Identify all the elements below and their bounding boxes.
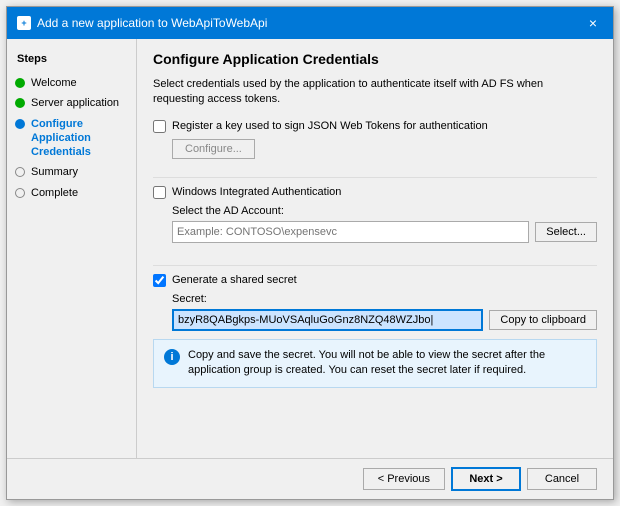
sidebar-item-configure-credentials[interactable]: Configure Application Credentials [7,114,136,163]
steps-label: Steps [7,49,136,73]
shared-secret-section: Generate a shared secret Secret: Copy to… [153,274,597,388]
info-text: Copy and save the secret. You will not b… [188,348,586,379]
jwt-checkbox-row: Register a key used to sign JSON Web Tok… [153,120,597,133]
sidebar-item-server-application[interactable]: Server application [7,93,136,113]
windows-auth-checkbox[interactable] [153,186,166,199]
jwt-checkbox-label[interactable]: Register a key used to sign JSON Web Tok… [172,120,488,132]
shared-secret-label[interactable]: Generate a shared secret [172,274,297,286]
step-dot-complete [15,188,25,198]
windows-auth-label[interactable]: Windows Integrated Authentication [172,186,341,198]
ad-account-input-row: Select... [172,221,597,243]
secret-label: Secret: [172,293,597,305]
secret-input[interactable] [172,309,483,331]
step-dot-welcome [15,78,25,88]
info-box: i Copy and save the secret. You will not… [153,339,597,388]
copy-clipboard-button[interactable]: Copy to clipboard [489,310,597,330]
close-button[interactable]: × [583,13,603,33]
cancel-button[interactable]: Cancel [527,468,597,490]
windows-auth-checkbox-row: Windows Integrated Authentication [153,186,597,199]
sidebar-item-welcome[interactable]: Welcome [7,73,136,93]
ad-account-select-button[interactable]: Select... [535,222,597,242]
step-dot-configure [15,119,25,129]
ad-account-label: Select the AD Account: [172,205,597,217]
previous-button[interactable]: < Previous [363,468,445,490]
secret-input-row: Copy to clipboard [172,309,597,331]
dialog-title: Add a new application to WebApiToWebApi [37,16,267,30]
footer: < Previous Next > Cancel [7,458,613,499]
divider-2 [153,265,597,266]
sidebar: Steps Welcome Server application Configu… [7,39,137,458]
jwt-checkbox[interactable] [153,120,166,133]
jwt-section: Register a key used to sign JSON Web Tok… [153,120,597,159]
info-icon: i [164,349,180,365]
dialog: + Add a new application to WebApiToWebAp… [6,6,614,500]
step-label-welcome: Welcome [31,76,77,90]
step-label-summary: Summary [31,165,78,179]
shared-secret-checkbox[interactable] [153,274,166,287]
next-button[interactable]: Next > [451,467,521,491]
sidebar-item-complete[interactable]: Complete [7,183,136,203]
step-dot-server [15,98,25,108]
shared-secret-checkbox-row: Generate a shared secret [153,274,597,287]
step-label-configure: Configure Application Credentials [31,117,128,160]
page-title: Configure Application Credentials [153,51,597,67]
ad-account-section: Select the AD Account: Select... [172,205,597,243]
step-dot-summary [15,167,25,177]
step-label-complete: Complete [31,186,78,200]
title-bar: + Add a new application to WebApiToWebAp… [7,7,613,39]
sidebar-item-summary[interactable]: Summary [7,162,136,182]
main-panel: Configure Application Credentials Select… [137,39,613,458]
divider-1 [153,177,597,178]
windows-auth-section: Windows Integrated Authentication Select… [153,186,597,247]
configure-button[interactable]: Configure... [172,139,255,159]
dialog-content: Steps Welcome Server application Configu… [7,39,613,458]
description: Select credentials used by the applicati… [153,77,597,108]
app-icon: + [17,16,31,30]
step-label-server: Server application [31,96,119,110]
ad-account-input[interactable] [172,221,529,243]
title-bar-left: + Add a new application to WebApiToWebAp… [17,16,267,30]
secret-input-section: Secret: Copy to clipboard [172,293,597,331]
